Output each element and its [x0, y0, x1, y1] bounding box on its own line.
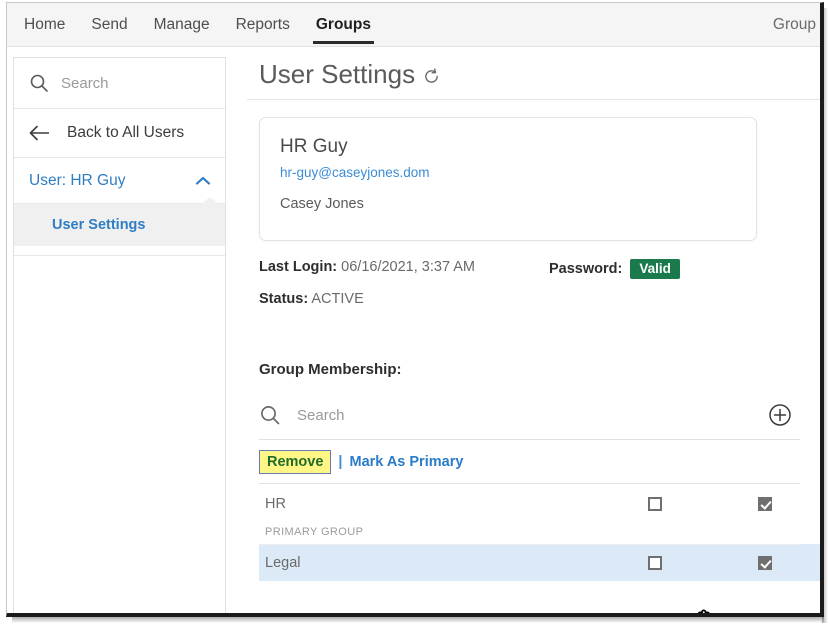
sidebar-item-user[interactable]: User: HR Guy [14, 158, 225, 204]
last-login-row: Last Login: 06/16/2021, 3:37 AM Password… [259, 259, 800, 291]
last-login-value: 06/16/2021, 3:37 AM [341, 259, 475, 275]
nav-item-label: Groups [315, 16, 371, 33]
application-window: Home Send Manage Reports Groups Group Se… [6, 2, 824, 617]
password-row: Password: Valid [549, 259, 680, 279]
page-title-row: User Settings [259, 59, 440, 90]
sidebar-item-user-settings[interactable]: User Settings [14, 197, 225, 246]
top-navigation-bar: Home Send Manage Reports Groups Group [7, 3, 820, 47]
user-organization: Casey Jones [280, 196, 364, 212]
group-member-checkbox[interactable] [758, 555, 772, 570]
row-divider [259, 544, 800, 545]
status-row: Status: ACTIVE [259, 291, 800, 323]
group-membership-search-row: Search [259, 395, 800, 435]
action-separator: | [338, 454, 343, 470]
table-row[interactable]: Legal [259, 544, 820, 581]
chevron-up-icon [195, 176, 211, 185]
refresh-icon[interactable] [423, 68, 440, 85]
password-status-badge: Valid [630, 259, 680, 279]
pointing-hand-cursor [697, 609, 710, 613]
user-info-card: HR Guy hr-guy@caseyjones.dom Casey Jones [259, 117, 757, 241]
mark-as-primary-button[interactable]: Mark As Primary [349, 454, 463, 470]
nav-item-home[interactable]: Home [11, 3, 78, 47]
group-checkbox-right-cell [710, 555, 820, 570]
sidebar: Search Back to All Users User: HR Guy Us… [13, 57, 226, 613]
table-row[interactable]: HR [259, 485, 820, 522]
nav-item-label: Manage [153, 16, 210, 33]
sidebar-sub-label: User Settings [52, 217, 146, 233]
status-label: Status: [259, 291, 309, 307]
group-name: Legal [265, 554, 301, 571]
nav-item-manage[interactable]: Manage [141, 3, 223, 47]
sidebar-back-label: Back to All Users [67, 124, 185, 141]
sidebar-empty-area [14, 246, 225, 256]
sidebar-item-back-to-all-users[interactable]: Back to All Users [14, 109, 225, 158]
user-info-block: Last Login: 06/16/2021, 3:37 AM Password… [259, 259, 800, 323]
group-checkbox-right-cell [710, 496, 820, 511]
window-body: Search Back to All Users User: HR Guy Us… [7, 47, 820, 613]
nav-item-label: Home [24, 16, 66, 33]
sidebar-search-input[interactable]: Search [14, 58, 225, 109]
search-icon [30, 74, 48, 92]
arrow-left-icon [29, 125, 49, 141]
nav-item-list: Home Send Manage Reports Groups [11, 3, 384, 47]
group-select-checkbox[interactable] [648, 496, 662, 511]
page-title: User Settings [259, 59, 416, 89]
group-membership-title: Group Membership: [259, 361, 402, 378]
sidebar-user-label: User: HR Guy [29, 171, 126, 189]
status-value: ACTIVE [311, 291, 364, 307]
group-membership-table: HR PRIMARY GROUP Legal [259, 483, 820, 581]
nav-item-label: Reports [235, 16, 290, 33]
group-sublabel-row: PRIMARY GROUP [259, 522, 820, 544]
nav-item-label: Send [91, 16, 128, 33]
sidebar-search-placeholder: Search [61, 74, 109, 92]
user-display-name: HR Guy [280, 136, 348, 157]
window-shadow-bottom [12, 617, 824, 623]
group-member-checkbox[interactable] [758, 496, 772, 511]
group-membership-actions: Remove | Mark As Primary [259, 450, 463, 474]
last-login-label: Last Login: [259, 259, 338, 275]
group-membership-divider [259, 439, 800, 440]
nav-item-groups[interactable]: Groups [303, 3, 384, 47]
group-search-placeholder[interactable]: Search [297, 407, 768, 424]
remove-button[interactable]: Remove [259, 450, 332, 474]
main-content: User Settings HR Guy hr-guy@caseyjones.d… [227, 47, 820, 613]
group-checkbox-left-cell [600, 555, 710, 570]
nav-right-text: Group [772, 16, 816, 33]
sidebar-active-notch [200, 197, 220, 205]
nav-right-label[interactable]: Group [773, 3, 820, 47]
primary-group-label: PRIMARY GROUP [265, 526, 364, 538]
group-checkbox-left-cell [600, 496, 710, 511]
nav-item-reports[interactable]: Reports [223, 3, 303, 47]
group-name: HR [265, 495, 286, 512]
user-email-link[interactable]: hr-guy@caseyjones.dom [280, 165, 736, 180]
group-select-checkbox[interactable] [648, 555, 662, 570]
nav-item-send[interactable]: Send [78, 3, 140, 47]
table-top-divider [259, 483, 800, 484]
plus-circle-icon[interactable] [768, 403, 792, 427]
title-divider [247, 99, 820, 100]
search-icon [261, 406, 280, 425]
password-label: Password: [549, 261, 623, 277]
